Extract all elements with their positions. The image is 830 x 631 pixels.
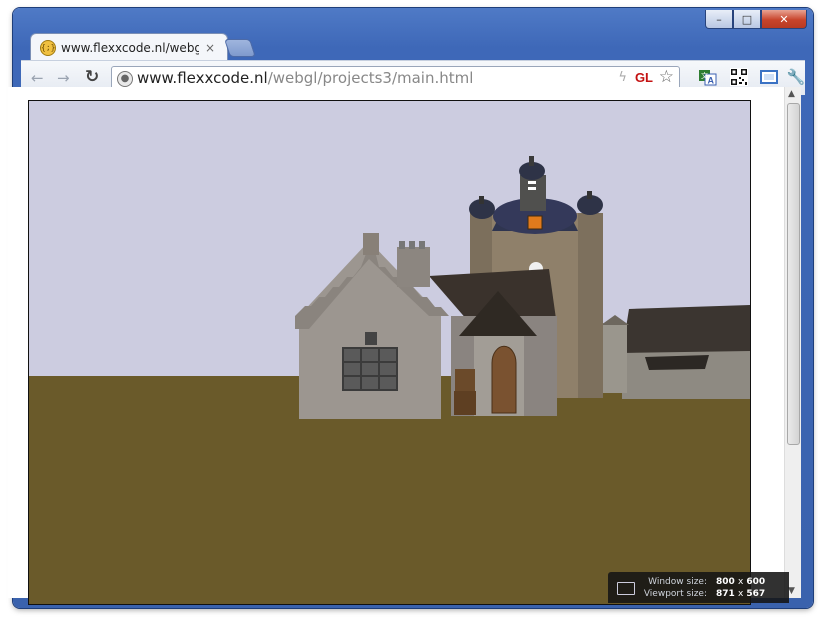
maximize-button[interactable]: □ [733,10,761,29]
reload-icon[interactable]: ↻ [85,67,99,87]
bookmark-star-icon[interactable]: ☆ [659,67,674,87]
viewport-height: 567 [746,589,766,599]
window-controls: – □ ✕ [705,10,807,29]
svg-text:A: A [708,76,715,86]
window-width: 800 [716,577,735,587]
window-resizer-icon[interactable] [758,66,780,88]
times-sign: x [737,577,744,587]
url-host: www.flexxcode.nl [137,69,268,87]
tab-title: www.flexxcode.nl/webgl/pr [61,40,199,55]
translate-icon[interactable]: A文 [697,66,719,88]
favicon-icon: {;} [40,39,56,56]
minimize-button[interactable]: – [705,10,733,29]
scroll-down-icon[interactable]: ▼ [788,586,795,596]
qr-code-icon[interactable] [728,66,750,88]
window-size-label: Window size: [648,577,707,587]
window-size-value: 800 x 600 [716,577,765,587]
scrollbar-thumb[interactable] [787,103,800,445]
monitor-icon [617,582,635,595]
castle-scene [29,101,750,604]
window-height: 600 [746,577,766,587]
forward-icon[interactable]: → [57,69,70,87]
viewport-width: 871 [716,589,735,599]
new-tab-button[interactable] [224,39,256,57]
back-icon[interactable]: ← [31,69,44,87]
lightning-icon[interactable]: ϟ [618,70,627,85]
times-sign: x [737,589,744,599]
viewport-size-label: Viewport size: [643,589,707,599]
url-text[interactable]: www.flexxcode.nl/webgl/projects3/main.ht… [137,69,473,87]
vertical-scrollbar[interactable]: ▲ ▼ [784,87,801,598]
globe-icon: ● [117,71,133,87]
viewport-size-value: 871 x 567 [716,589,765,599]
close-tab-icon[interactable]: × [205,41,215,55]
scroll-up-icon[interactable]: ▲ [788,89,795,99]
close-window-button[interactable]: ✕ [761,10,807,29]
gl-badge[interactable]: GL [635,70,653,85]
resize-overlay: Window size: 800 x 600 Viewport size: 87… [608,572,789,603]
webgl-canvas[interactable] [28,100,751,605]
svg-text:文: 文 [701,71,708,80]
url-path: /webgl/projects3/main.html [267,69,474,87]
browser-tab[interactable]: {;} www.flexxcode.nl/webgl/pr × [30,33,228,61]
wrench-icon[interactable]: 🔧 [785,66,807,88]
